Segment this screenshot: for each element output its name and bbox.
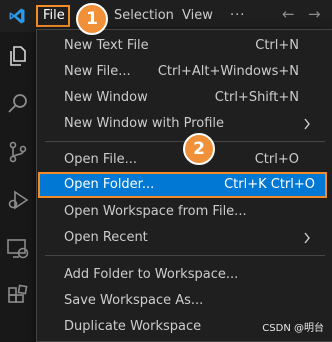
menu-item-open-folder[interactable]: Open Folder... Ctrl+K Ctrl+O	[38, 172, 327, 198]
menu-item-label: New File...	[64, 64, 131, 79]
extensions-icon[interactable]	[6, 284, 30, 308]
menu-item-shortcut: Ctrl+Alt+Windows+N	[157, 64, 299, 79]
menu-selection[interactable]: Selection	[108, 5, 180, 27]
menu-item-shortcut: Ctrl+N	[255, 38, 299, 53]
back-arrow-icon[interactable]: ←	[282, 5, 295, 23]
source-control-icon[interactable]	[6, 140, 30, 164]
menu-item-label: Save Workspace As...	[64, 293, 204, 308]
menu-item-label: Add Folder to Workspace...	[64, 267, 239, 282]
run-debug-icon[interactable]	[6, 188, 30, 212]
menu-item-add-folder-to-workspace[interactable]: Add Folder to Workspace...	[37, 262, 332, 288]
annotation-marker-1: 1	[76, 3, 108, 35]
annotation-marker-2: 2	[183, 133, 215, 165]
vscode-logo-icon[interactable]	[8, 7, 26, 25]
chevron-right-icon	[304, 118, 310, 130]
remote-explorer-icon[interactable]	[6, 236, 30, 260]
menu-item-label: Open File...	[64, 152, 138, 167]
menu-item-open-workspace-from-file[interactable]: Open Workspace from File...	[37, 199, 332, 225]
file-menu-dropdown: New Text File Ctrl+N New File... Ctrl+Al…	[36, 29, 332, 342]
watermark: CSDN @明台	[262, 323, 324, 334]
menu-item-shortcut: Ctrl+K Ctrl+O	[224, 177, 315, 192]
menu-item-label: Open Workspace from File...	[64, 204, 247, 219]
menu-item-label: New Text File	[64, 38, 149, 53]
menu-file[interactable]: File	[36, 5, 70, 27]
activity-bar	[0, 32, 36, 342]
search-icon[interactable]	[6, 92, 30, 116]
menu-item-new-text-file[interactable]: New Text File Ctrl+N	[37, 33, 332, 59]
menu-item-label: New Window	[64, 90, 148, 105]
menu-item-new-window[interactable]: New Window Ctrl+Shift+N	[37, 85, 332, 111]
menu-item-label: Open Folder...	[64, 177, 155, 192]
forward-arrow-icon[interactable]: →	[308, 5, 321, 23]
menu-item-shortcut: Ctrl+O	[254, 152, 299, 167]
menu-item-open-recent[interactable]: Open Recent	[37, 225, 332, 251]
menu-view[interactable]: View	[176, 5, 219, 27]
title-bar: File Selection View ··· ← →	[0, 0, 332, 32]
menu-item-new-file[interactable]: New File... Ctrl+Alt+Windows+N	[37, 59, 332, 85]
menu-item-label: Duplicate Workspace	[64, 319, 202, 334]
chevron-right-icon	[304, 232, 310, 244]
menu-item-save-workspace-as[interactable]: Save Workspace As...	[37, 288, 332, 314]
explorer-icon[interactable]	[6, 44, 30, 68]
menu-more[interactable]: ···	[224, 5, 251, 27]
menu-separator	[45, 255, 325, 256]
menu-item-shortcut: Ctrl+Shift+N	[214, 90, 299, 105]
menu-item-label: Open Recent	[64, 230, 148, 245]
menu-item-new-window-with-profile[interactable]: New Window with Profile	[37, 111, 332, 137]
